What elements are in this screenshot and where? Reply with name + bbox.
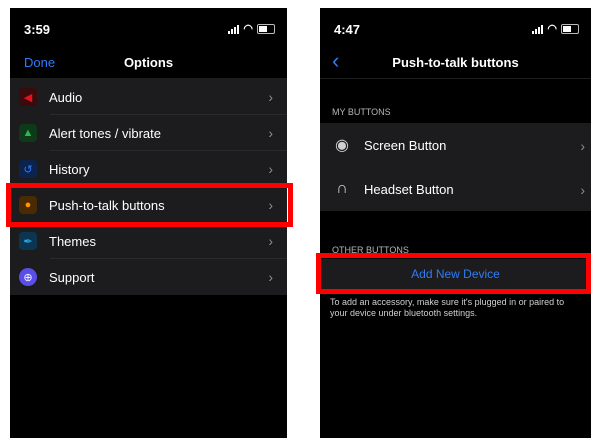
wifi-icon: ◠ [243,23,253,35]
nav-bar: ‹ Push-to-talk buttons [320,46,591,79]
speaker-icon: ◀ [19,88,37,106]
headset-icon: ∩ [336,180,348,197]
option-alert-tones[interactable]: ▲ Alert tones / vibrate › [10,115,287,151]
status-icons: ◠ [228,22,275,35]
headset-button-label: Headset Button [364,181,454,197]
lifebuoy-icon: ⊕ [19,268,37,286]
battery-icon [561,23,579,34]
brush-icon: ✒ [19,232,37,250]
option-label: Themes [49,233,96,249]
chevron-right-icon: › [268,125,273,141]
option-audio[interactable]: ◀ Audio › [10,79,287,115]
chevron-right-icon: › [268,197,273,213]
signal-icon [228,24,240,34]
options-list: ◀ Audio › ▲ Alert tones / vibrate › ↺ Hi… [10,79,287,295]
wifi-icon: ◠ [547,23,557,35]
screen-button-label: Screen Button [364,137,447,153]
headset-button-row[interactable]: ∩ Headset Button › [320,167,591,211]
option-label: Alert tones / vibrate [49,125,161,141]
nav-bar: Done Options [10,46,287,79]
chevron-right-icon: › [268,89,273,105]
option-label: Push-to-talk buttons [49,197,165,213]
status-time: 4:47 [334,22,361,37]
history-icon: ↺ [19,160,37,178]
battery-icon [257,23,275,34]
status-time: 3:59 [24,22,51,37]
status-bar: 4:47 ◠ [320,8,591,46]
option-label: History [49,161,90,177]
push-to-talk-screen: 4:47 ◠ ‹ Push-to-talk buttons MY BUTTONS… [320,8,591,438]
chevron-right-icon: › [580,182,585,198]
footnote-text: To add an accessory, make sure it's plug… [330,297,565,318]
section-header-other-buttons: OTHER BUTTONS [332,245,409,255]
option-label: Support [49,269,95,285]
option-push-to-talk[interactable]: ● Push-to-talk buttons › [10,187,287,223]
options-screen: 3:59 ◠ Done Options ◀ Audio › ▲ Alert to… [10,8,287,438]
option-history[interactable]: ↺ History › [10,151,287,187]
option-themes[interactable]: ✒ Themes › [10,223,287,259]
chevron-right-icon: › [580,138,585,154]
chevron-right-icon: › [268,161,273,177]
option-label: Audio [49,89,83,105]
chevron-right-icon: › [268,233,273,249]
screen-button-row[interactable]: ◉ Screen Button › [320,123,591,167]
section-header-my-buttons: MY BUTTONS [332,107,391,117]
add-new-device-button[interactable]: Add New Device [320,259,591,289]
option-support[interactable]: ⊕ Support › [10,259,287,295]
bell-icon: ▲ [19,124,37,142]
status-icons: ◠ [532,22,579,35]
signal-icon [532,24,544,34]
page-title: Options [123,55,174,70]
screen-button-icon: ◉ [335,137,349,154]
microphone-icon: ● [19,196,37,214]
chevron-right-icon: › [268,269,273,285]
page-title: Push-to-talk buttons [392,55,519,70]
status-bar: 3:59 ◠ [10,8,287,46]
